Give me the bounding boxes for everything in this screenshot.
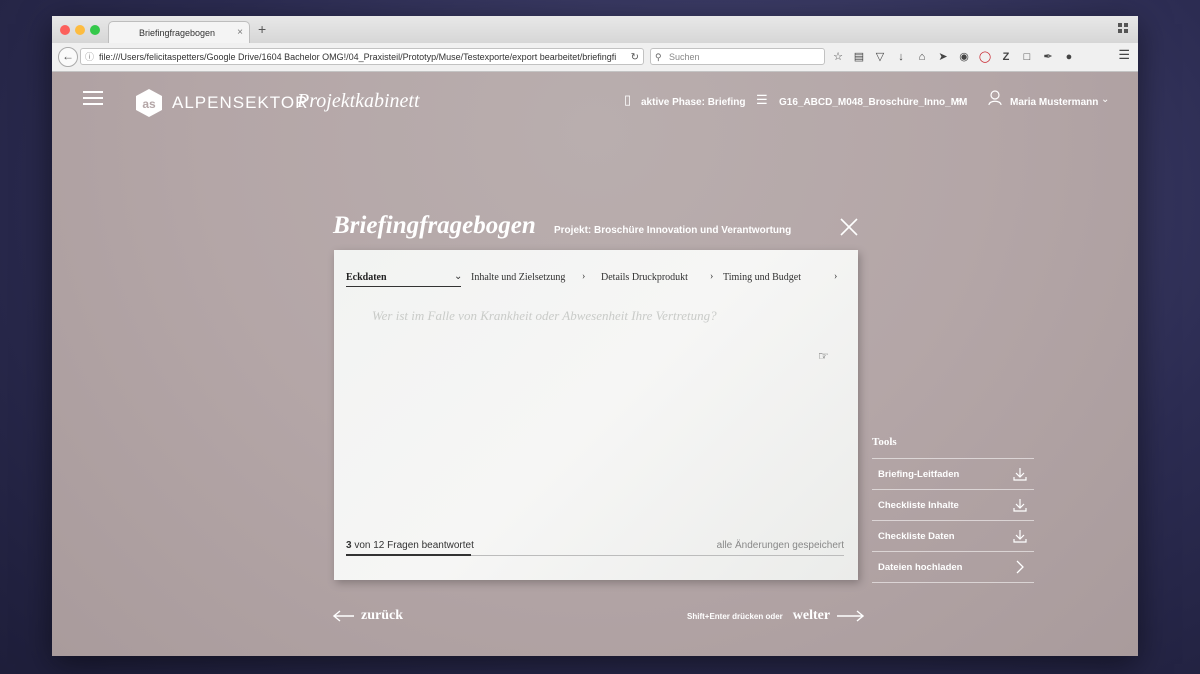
answered-suffix: von 12 Fragen beantwortet bbox=[354, 540, 474, 551]
reload-icon[interactable]: ↻ bbox=[626, 49, 639, 64]
browser-menu-icon[interactable]: ☰ bbox=[1118, 47, 1130, 63]
step-druckprodukt[interactable]: Details Druckprodukt bbox=[601, 272, 688, 283]
browser-extension-icons: ☆ ▤ ▽ ↓ ⌂ ➤ ◉ ◯ Z □ ✒ ● bbox=[830, 48, 1077, 65]
bookmark-star-icon[interactable]: ☆ bbox=[830, 50, 846, 63]
back-label: zurück bbox=[361, 608, 403, 623]
product-name: Projektkabinett bbox=[297, 90, 420, 112]
alpensektor-logo-icon: as bbox=[136, 89, 162, 117]
send-icon[interactable]: ➤ bbox=[935, 50, 951, 63]
arrow-left-icon bbox=[333, 610, 354, 622]
project-stack-icon: ☰ bbox=[756, 92, 768, 107]
back-button[interactable]: zurück bbox=[333, 608, 403, 624]
tool-label: Checkliste Daten bbox=[878, 531, 955, 542]
steps-next-chevron-icon[interactable]: › bbox=[834, 271, 837, 282]
answered-count: 3 bbox=[346, 540, 352, 551]
zotero-icon[interactable]: Z bbox=[998, 51, 1014, 63]
tool-label: Dateien hochladen bbox=[878, 562, 963, 573]
browser-toolbar: ← ⓘ file:///Users/felicitaspetters/Googl… bbox=[52, 43, 1138, 72]
step-timing[interactable]: Timing und Budget bbox=[723, 272, 801, 283]
eyedropper-icon[interactable]: ✒ bbox=[1040, 50, 1056, 63]
download-icon bbox=[1013, 530, 1027, 543]
modal-title: Briefingfragebogen bbox=[333, 212, 536, 239]
search-input[interactable]: ⚲ Suchen bbox=[650, 48, 825, 65]
browser-tab[interactable]: Briefingfragebogen × bbox=[108, 21, 250, 43]
download-icon bbox=[1013, 468, 1027, 481]
shortcut-hint: Shift+Enter drücken oder bbox=[687, 611, 783, 621]
next-label: welter bbox=[792, 608, 831, 623]
hamburger-menu-icon[interactable] bbox=[83, 91, 103, 105]
tool-dateien-hochladen[interactable]: Dateien hochladen bbox=[872, 552, 1034, 583]
question-input[interactable]: Wer ist im Falle von Krankheit oder Abwe… bbox=[372, 308, 717, 324]
phase-icon: ▯ bbox=[624, 92, 632, 107]
reading-list-icon[interactable]: ▤ bbox=[851, 50, 867, 63]
window-grid-icon[interactable] bbox=[1118, 23, 1128, 33]
step-eckdaten[interactable]: Eckdaten bbox=[346, 272, 461, 287]
svg-text:as: as bbox=[142, 97, 156, 111]
progress-bar bbox=[346, 554, 844, 556]
step-inhalte[interactable]: Inhalte und Zielsetzung bbox=[471, 272, 565, 283]
pinterest-icon[interactable]: ◯ bbox=[977, 50, 993, 63]
save-status: alle Änderungen gespeichert bbox=[716, 540, 844, 551]
url-bar[interactable]: ⓘ file:///Users/felicitaspetters/Google … bbox=[80, 48, 644, 65]
page-content: as ALPENSEKTOR Projektkabinett ▯ aktive … bbox=[52, 72, 1138, 656]
tab-close-icon[interactable]: × bbox=[237, 22, 243, 44]
download-icon bbox=[1013, 499, 1027, 512]
info-icon[interactable]: ⓘ bbox=[85, 49, 94, 64]
minimize-window-button[interactable] bbox=[75, 25, 85, 35]
tab-title: Briefingfragebogen bbox=[139, 28, 216, 38]
questionnaire-card: Eckdaten ⌄ Inhalte und Zielsetzung › Det… bbox=[334, 250, 858, 580]
step-chevron-right-icon: › bbox=[710, 271, 714, 282]
new-tab-button[interactable]: + bbox=[258, 21, 266, 37]
progress-label: 3 von 12 Fragen beantwortet bbox=[346, 540, 474, 551]
tool-briefing-leitfaden[interactable]: Briefing-Leitfaden bbox=[872, 459, 1034, 490]
browser-window: Briefingfragebogen × + ← ⓘ file:///Users… bbox=[52, 16, 1138, 656]
tab-bar: Briefingfragebogen × + bbox=[52, 16, 1138, 44]
search-placeholder: Suchen bbox=[669, 52, 700, 62]
arrow-right-icon bbox=[837, 610, 865, 622]
close-window-button[interactable] bbox=[60, 25, 70, 35]
back-arrow-icon[interactable]: ← bbox=[58, 47, 78, 67]
user-icon bbox=[988, 90, 1002, 106]
url-text: file:///Users/felicitaspetters/Google Dr… bbox=[99, 52, 617, 62]
active-phase-label: aktive Phase: Briefing bbox=[641, 97, 746, 108]
user-menu[interactable]: Maria Mustermann bbox=[1010, 97, 1098, 108]
tool-label: Briefing-Leitfaden bbox=[878, 469, 960, 480]
step-navigation: Eckdaten ⌄ Inhalte und Zielsetzung › Det… bbox=[346, 271, 846, 290]
modal-project-label: Projekt: Broschüre Innovation und Verant… bbox=[554, 225, 792, 236]
close-icon[interactable] bbox=[838, 216, 860, 238]
home-icon[interactable]: ⌂ bbox=[914, 51, 930, 63]
user-chevron-down-icon[interactable]: ⌄ bbox=[1101, 94, 1109, 105]
note-icon[interactable]: □ bbox=[1019, 51, 1035, 63]
extension-icon[interactable]: ◉ bbox=[956, 50, 972, 63]
tool-checkliste-inhalte[interactable]: Checkliste Inhalte bbox=[872, 490, 1034, 521]
step-chevron-right-icon: › bbox=[582, 271, 586, 282]
tools-heading: Tools bbox=[872, 436, 897, 448]
project-selector[interactable]: G16_ABCD_M048_Broschüre_Inno_MM bbox=[779, 97, 967, 108]
step-chevron-down-icon[interactable]: ⌄ bbox=[454, 271, 462, 282]
tool-label: Checkliste Inhalte bbox=[878, 500, 959, 511]
search-icon: ⚲ bbox=[655, 52, 662, 62]
privacy-icon[interactable]: ● bbox=[1061, 51, 1077, 63]
project-chevron-down-icon[interactable]: ⌄ bbox=[954, 94, 962, 105]
progress-bar-fill bbox=[346, 554, 471, 556]
download-arrow-icon[interactable]: ↓ bbox=[893, 51, 909, 63]
hand-cursor-icon: ☞ bbox=[818, 349, 829, 363]
brand-name: ALPENSEKTOR bbox=[172, 93, 309, 112]
tool-checkliste-daten[interactable]: Checkliste Daten bbox=[872, 521, 1034, 552]
pocket-icon[interactable]: ▽ bbox=[872, 50, 888, 63]
chevron-right-icon bbox=[1016, 560, 1024, 574]
next-button[interactable]: Shift+Enter drücken oder welter bbox=[687, 608, 865, 624]
maximize-window-button[interactable] bbox=[90, 25, 100, 35]
